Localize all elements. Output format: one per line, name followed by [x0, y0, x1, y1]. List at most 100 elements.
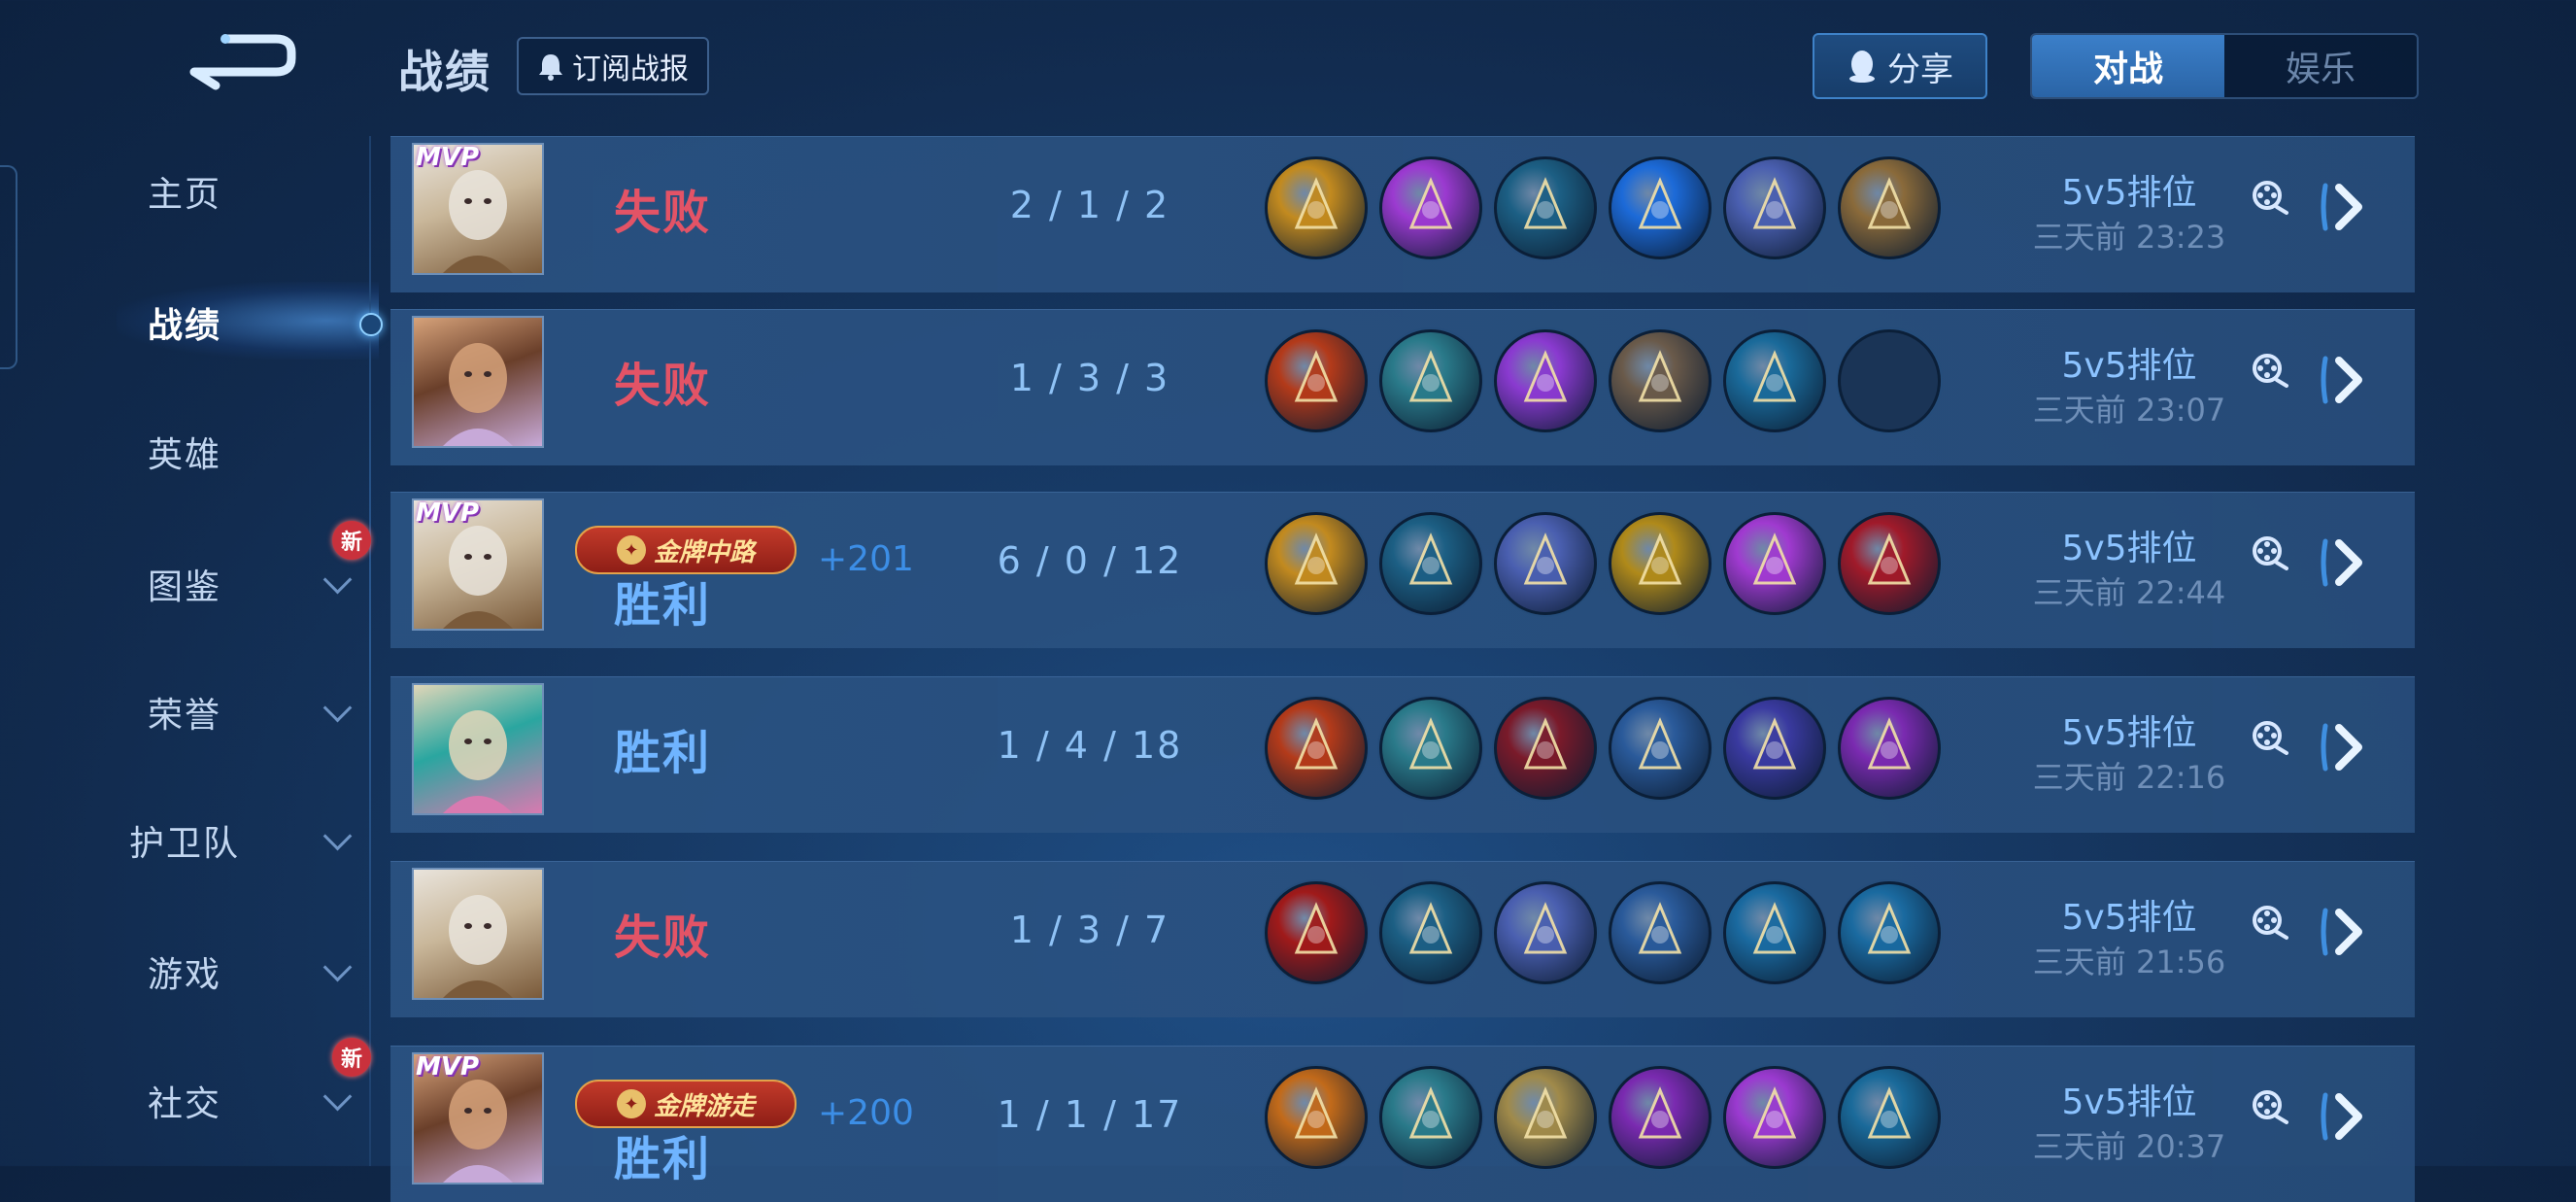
page-title: 战绩	[398, 46, 491, 98]
kda-value: 2 / 1 / 2	[1009, 184, 1170, 226]
equipment-item-icon	[1838, 697, 1941, 800]
sidebar-item-label: 游戏	[147, 955, 221, 995]
equipment-item-icon	[1494, 881, 1597, 984]
match-result: 胜利	[614, 726, 712, 780]
mvp-label: MVP	[416, 498, 480, 528]
equipment-list	[1265, 697, 1941, 800]
equipment-item-icon	[1838, 156, 1941, 259]
sidebar-item-codex[interactable]: 图鉴 新	[0, 521, 371, 628]
equipment-item-icon	[1723, 1066, 1826, 1169]
equipment-item-icon	[1609, 697, 1712, 800]
hero-face-icon	[443, 895, 513, 998]
replay-film-icon[interactable]	[2250, 718, 2288, 757]
sidebar-item-games[interactable]: 游戏	[0, 928, 369, 1015]
share-label: 分享	[1887, 50, 1953, 89]
equipment-item-icon	[1609, 329, 1712, 432]
share-button[interactable]: 分享	[1813, 33, 1987, 99]
sidebar-item-label: 战绩	[147, 306, 221, 346]
match-row[interactable]: MVP 失败 2 / 1 / 2 5v5排位 三天前 23:23	[390, 136, 2415, 292]
match-result: 失败	[614, 359, 712, 413]
match-time: 三天前 22:44	[2032, 574, 2226, 611]
kda-value: 1 / 3 / 3	[1009, 357, 1170, 399]
mode-tab-bar: 对战 娱乐	[2030, 33, 2419, 99]
match-row[interactable]: MVP ✦ 金牌游走 胜利 +200 1 / 1 / 17 5v5排位 三天前 …	[390, 1046, 2415, 1202]
match-detail-arrow-icon[interactable]	[2318, 532, 2376, 594]
replay-film-icon[interactable]	[2250, 903, 2288, 942]
match-mode: 5v5排位	[2061, 173, 2197, 213]
match-detail-arrow-icon[interactable]	[2318, 349, 2376, 411]
rank-points: +200	[818, 1093, 914, 1133]
replay-film-icon[interactable]	[2250, 351, 2288, 390]
equipment-list	[1265, 156, 1941, 259]
subscribe-report-label: 订阅战报	[572, 52, 689, 86]
match-time: 三天前 21:56	[2032, 944, 2226, 980]
sidebar-item-label: 社交	[147, 1084, 221, 1124]
kda-value: 6 / 0 / 12	[997, 539, 1183, 582]
equipment-item-icon	[1609, 156, 1712, 259]
match-result: 胜利	[614, 578, 712, 633]
match-detail-arrow-icon[interactable]	[2318, 716, 2376, 778]
equipment-item-icon	[1723, 329, 1826, 432]
match-result: 胜利	[614, 1132, 712, 1186]
match-mode: 5v5排位	[2061, 898, 2197, 938]
match-mode: 5v5排位	[2061, 713, 2197, 753]
match-mode: 5v5排位	[2061, 1082, 2197, 1122]
equipment-item-icon	[1379, 1066, 1482, 1169]
equipment-item-icon	[1494, 1066, 1597, 1169]
chevron-down-icon	[322, 565, 353, 595]
hero-portrait	[412, 868, 544, 1000]
empty-equipment-slot	[1838, 329, 1941, 432]
subscribe-report-button[interactable]: 订阅战报	[517, 37, 709, 95]
equipment-item-icon	[1265, 1066, 1368, 1169]
kda-value: 1 / 3 / 7	[1009, 909, 1170, 951]
sidebar-item-social[interactable]: 社交 新	[0, 1038, 371, 1145]
match-detail-arrow-icon[interactable]	[2318, 901, 2376, 963]
sidebar-item-records[interactable]: 战绩	[0, 279, 369, 366]
equipment-item-icon	[1379, 329, 1482, 432]
sidebar-item-label: 英雄	[147, 435, 221, 475]
sidebar-item-heroes[interactable]: 英雄	[0, 408, 369, 496]
replay-film-icon[interactable]	[2250, 178, 2288, 217]
kda-value: 1 / 1 / 17	[997, 1093, 1183, 1136]
sidebar-item-label: 图鉴	[147, 567, 221, 607]
equipment-item-icon	[1609, 512, 1712, 615]
equipment-item-icon	[1609, 1066, 1712, 1169]
rank-points: +201	[818, 539, 914, 579]
hero-portrait: MVP	[412, 498, 544, 631]
replay-film-icon[interactable]	[2250, 1087, 2288, 1126]
equipment-item-icon	[1723, 156, 1826, 259]
tab-entertainment[interactable]: 娱乐	[2224, 35, 2417, 97]
match-row[interactable]: 失败 1 / 3 / 3 5v5排位 三天前 23:07	[390, 309, 2415, 465]
equipment-item-icon	[1379, 512, 1482, 615]
match-time: 三天前 23:23	[2032, 219, 2226, 256]
tab-battle[interactable]: 对战	[2032, 35, 2224, 97]
equipment-list	[1265, 1066, 1941, 1169]
match-row[interactable]: 胜利 1 / 4 / 18 5v5排位 三天前 22:16	[390, 676, 2415, 833]
match-row[interactable]: MVP ✦ 金牌中路 胜利 +201 6 / 0 / 12 5v5排位 三天前 …	[390, 492, 2415, 648]
replay-film-icon[interactable]	[2250, 533, 2288, 572]
match-detail-arrow-icon[interactable]	[2318, 1085, 2376, 1148]
hero-face-icon	[443, 710, 513, 813]
back-button[interactable]	[186, 29, 301, 97]
match-detail-arrow-icon[interactable]	[2318, 176, 2376, 238]
sidebar-item-honor[interactable]: 荣誉	[0, 669, 369, 756]
chevron-down-icon	[322, 952, 353, 982]
sidebar-divider	[369, 136, 371, 1166]
gold-medal-label: 金牌游走	[653, 1091, 755, 1121]
equipment-item-icon	[1494, 512, 1597, 615]
match-time: 三天前 23:07	[2032, 392, 2226, 429]
sidebar-item-guard-team[interactable]: 护卫队	[0, 797, 369, 884]
equipment-item-icon	[1494, 697, 1597, 800]
equipment-list	[1265, 329, 1941, 432]
sidebar-item-home[interactable]: 主页	[0, 148, 369, 235]
match-time: 三天前 22:16	[2032, 759, 2226, 796]
bell-icon	[539, 54, 562, 81]
new-badge: 新	[332, 521, 371, 560]
hero-portrait: MVP	[412, 143, 544, 275]
match-row[interactable]: 失败 1 / 3 / 7 5v5排位 三天前 21:56	[390, 861, 2415, 1017]
equipment-item-icon	[1723, 512, 1826, 615]
sidebar-item-label: 主页	[147, 175, 221, 215]
qq-penguin-icon	[1849, 51, 1875, 83]
sidebar-item-label: 护卫队	[128, 824, 240, 864]
match-time: 三天前 20:37	[2032, 1128, 2226, 1165]
